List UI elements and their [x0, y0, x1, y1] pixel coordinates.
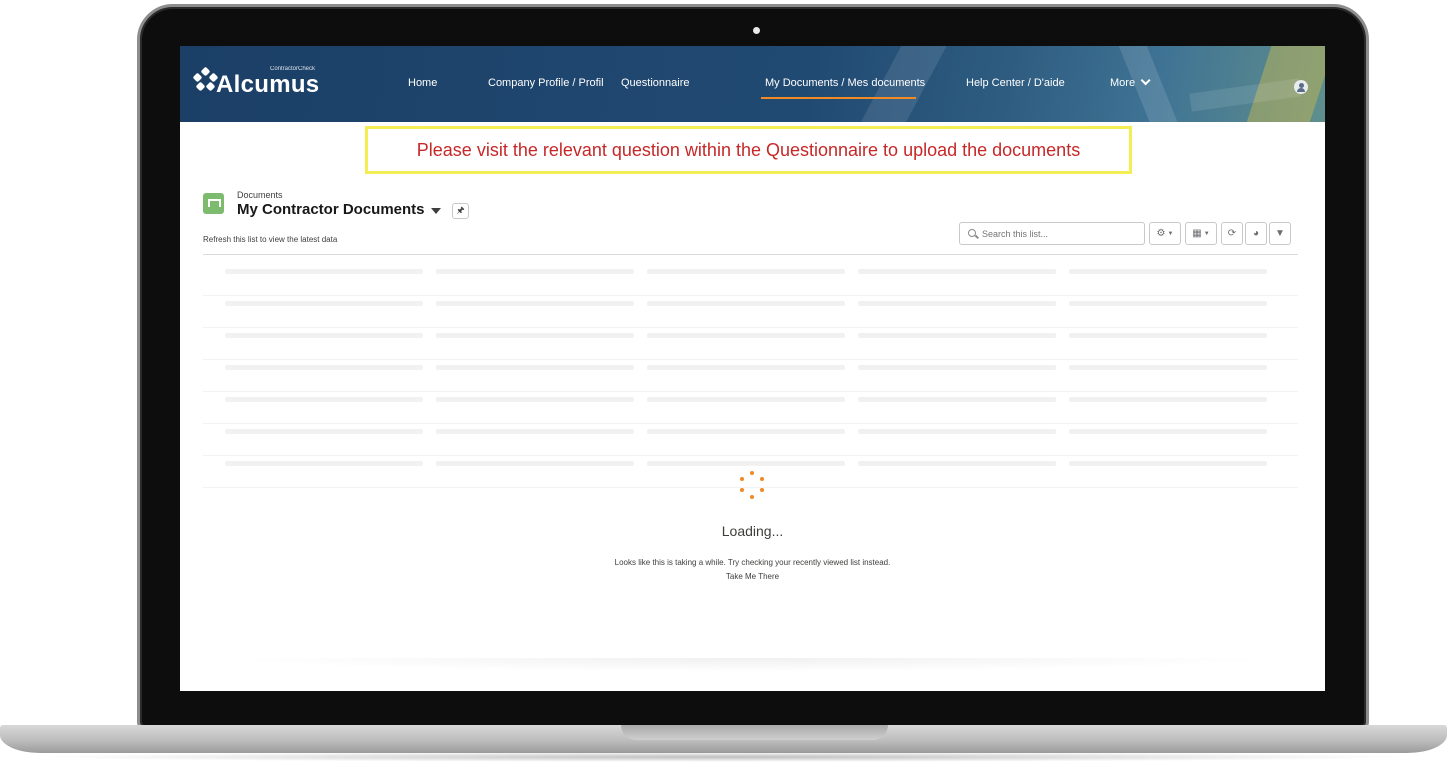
skeleton-row	[203, 296, 1298, 328]
list-view-title[interactable]: My Contractor Documents	[237, 201, 425, 218]
table-view-icon: ▦	[1192, 228, 1202, 239]
loading-skeleton-table	[203, 264, 1298, 488]
laptop-shadow	[30, 752, 1420, 762]
filter-icon: ▼	[1275, 228, 1285, 239]
laptop-notch	[621, 725, 888, 740]
logo-star-icon	[192, 66, 219, 92]
nav-company-profile[interactable]: Company Profile / Profil	[488, 77, 604, 89]
nav-more-label: More	[1110, 77, 1136, 89]
loading-title: Loading...	[721, 523, 784, 539]
webcam	[753, 27, 760, 34]
header-divider	[203, 254, 1298, 255]
documents-object-icon	[203, 193, 224, 214]
charts-button[interactable]: ◕	[1245, 222, 1267, 245]
search-icon	[968, 229, 976, 237]
skeleton-row	[203, 328, 1298, 360]
list-settings-button[interactable]: ⚙ ▼	[1149, 222, 1181, 245]
user-avatar-icon[interactable]	[1294, 80, 1308, 94]
filter-button[interactable]: ▼	[1269, 222, 1291, 245]
upload-instruction-banner: Please visit the relevant question withi…	[365, 126, 1132, 174]
nav-home[interactable]: Home	[408, 77, 437, 89]
refresh-button[interactable]: ⟳	[1221, 222, 1243, 245]
app-screen: Alcumus ContractorCheck Home Company Pro…	[180, 46, 1325, 691]
object-label: Documents	[237, 190, 283, 200]
nav-more[interactable]: More	[1110, 75, 1151, 89]
refresh-icon: ⟳	[1227, 228, 1237, 239]
chart-icon: ◕	[1252, 228, 1260, 239]
display-as-button[interactable]: ▦ ▼	[1185, 222, 1217, 245]
pin-icon: 🖈︎	[456, 205, 465, 215]
loading-message: Looks like this is taking a while. Try c…	[614, 558, 891, 567]
logo-text: Alcumus	[216, 71, 320, 98]
search-input[interactable]	[982, 226, 1140, 241]
take-me-there-link[interactable]: Take Me There	[180, 572, 1325, 581]
search-list[interactable]	[959, 222, 1145, 245]
pin-list-button[interactable]: 🖈︎	[452, 203, 469, 219]
top-navigation-bar: Alcumus ContractorCheck Home Company Pro…	[180, 46, 1325, 122]
refresh-note: Refresh this list to view the latest dat…	[203, 235, 338, 244]
gear-icon: ⚙	[1156, 228, 1166, 239]
logo-subtitle: ContractorCheck	[270, 66, 316, 72]
nav-questionnaire[interactable]: Questionnaire	[621, 77, 690, 89]
list-view-dropdown-icon[interactable]	[431, 208, 441, 214]
caret-down-icon: ▼	[1203, 230, 1210, 237]
skeleton-row	[203, 360, 1298, 392]
skeleton-row	[203, 392, 1298, 424]
nav-help-center[interactable]: Help Center / D'aide	[966, 77, 1065, 89]
nav-my-documents[interactable]: My Documents / Mes documents	[765, 77, 925, 89]
skeleton-row	[203, 264, 1298, 296]
loading-spinner-icon	[737, 471, 767, 501]
active-nav-indicator	[761, 97, 916, 99]
caret-down-icon: ▼	[1167, 230, 1174, 237]
skeleton-row	[203, 424, 1298, 456]
